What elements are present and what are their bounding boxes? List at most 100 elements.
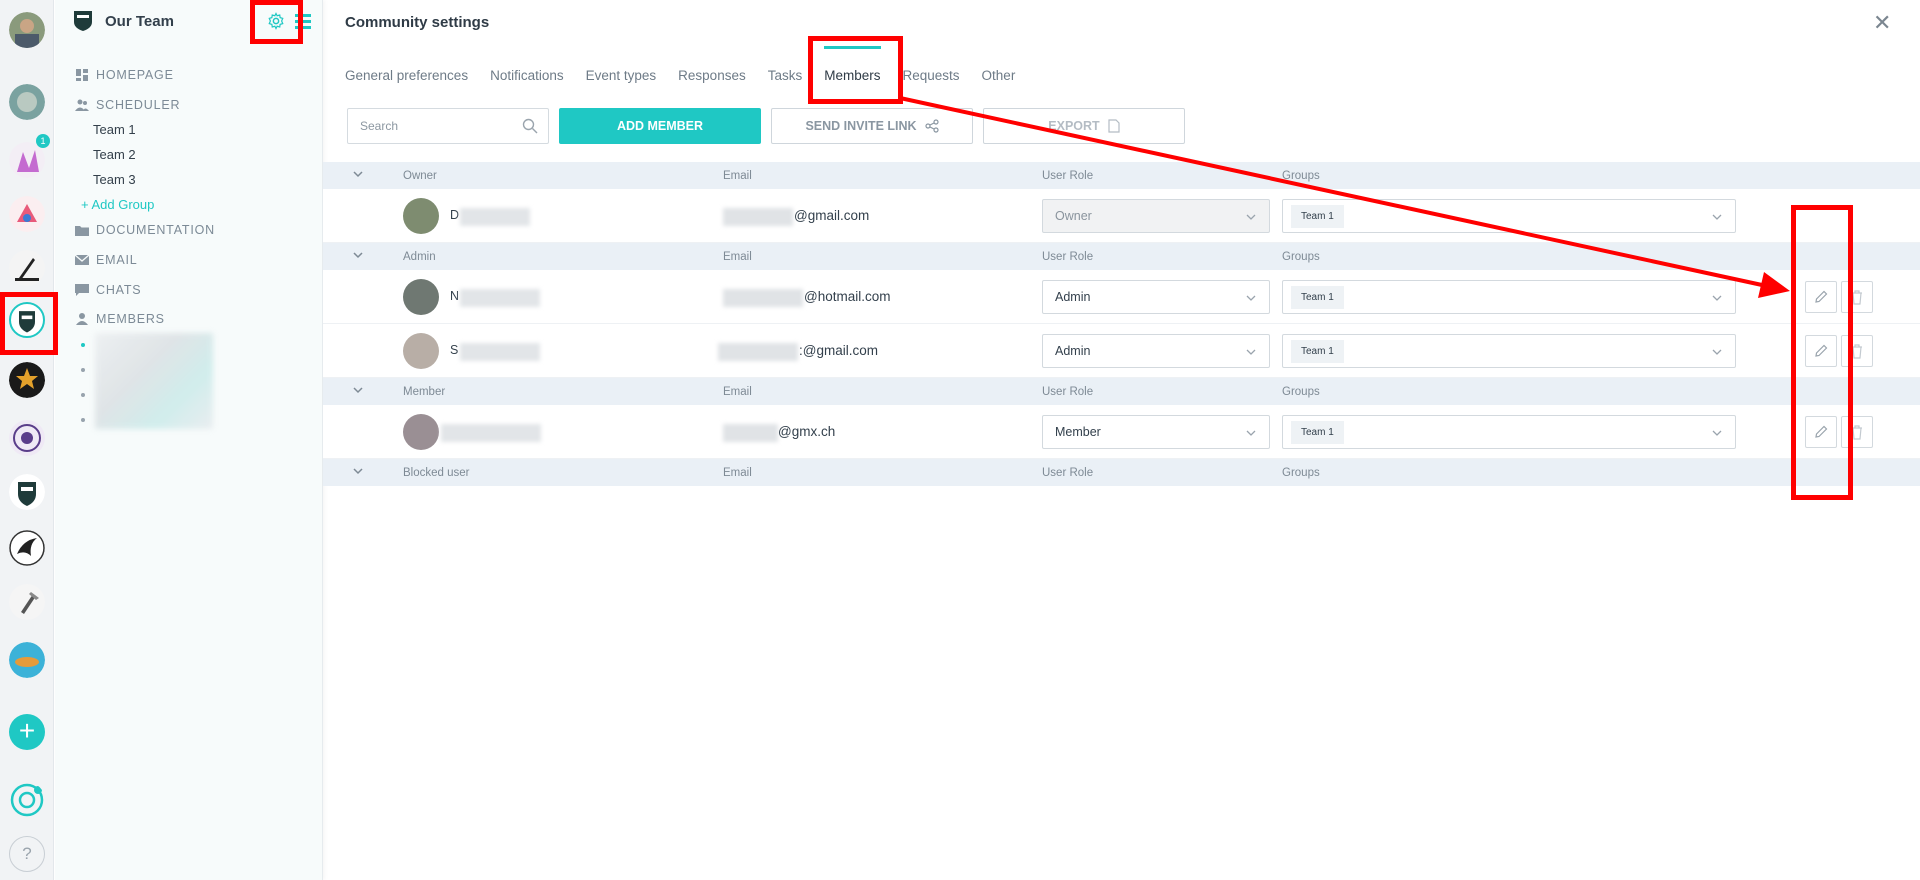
search-input[interactable]: Search: [347, 108, 549, 144]
nav-members[interactable]: MEMBERS: [75, 312, 165, 326]
member-name: N: [450, 289, 460, 303]
help-button[interactable]: ?: [9, 836, 45, 872]
community-avatar-4[interactable]: [9, 196, 45, 232]
table-row: D @gmail.com Owner Team 1: [323, 189, 1920, 243]
chevron-down-icon[interactable]: [351, 248, 365, 262]
chevron-down-icon: [1712, 349, 1722, 355]
export-button[interactable]: EXPORT: [983, 108, 1185, 144]
blurred-email: [723, 289, 803, 307]
person-icon: [76, 313, 88, 325]
sidebar-item-team-3[interactable]: Team 3: [93, 172, 136, 187]
member-name: D: [450, 208, 460, 222]
tab-notifications[interactable]: Notifications: [490, 68, 564, 83]
group-label: Admin: [403, 250, 436, 263]
group-header-owner[interactable]: Owner Email User Role Groups: [323, 162, 1920, 189]
nav-members-label: MEMBERS: [96, 312, 165, 326]
dashboard-icon: [76, 69, 88, 81]
member-email: :@gmail.com: [799, 343, 878, 358]
community-avatar-8[interactable]: [9, 474, 45, 510]
member-email: @gmail.com: [794, 208, 870, 223]
blurred-email: [723, 208, 793, 226]
groups-select[interactable]: Team 1: [1282, 280, 1736, 314]
group-header-blocked[interactable]: Blocked user Email User Role Groups: [323, 459, 1920, 486]
group-chip: Team 1: [1291, 340, 1344, 363]
export-label: EXPORT: [1048, 119, 1100, 133]
search-placeholder: Search: [360, 119, 399, 133]
community-avatar-6[interactable]: [9, 362, 45, 398]
send-invite-link-button[interactable]: SEND INVITE LINK: [771, 108, 973, 144]
groups-select[interactable]: Team 1: [1282, 415, 1736, 449]
member-item-2[interactable]: [81, 368, 85, 372]
nav-scheduler[interactable]: SCHEDULER: [75, 98, 180, 112]
nav-email[interactable]: EMAIL: [75, 253, 138, 267]
community-avatar-2[interactable]: [9, 84, 45, 120]
close-icon[interactable]: ✕: [1873, 10, 1891, 36]
group-label: Blocked user: [403, 466, 470, 479]
group-header-member[interactable]: Member Email User Role Groups: [323, 378, 1920, 405]
groups-select[interactable]: Team 1: [1282, 199, 1736, 233]
people-icon: [75, 99, 89, 111]
user-role-value: Admin: [1055, 290, 1091, 304]
user-role-select[interactable]: Admin: [1042, 334, 1270, 368]
member-item-1[interactable]: [81, 343, 85, 347]
share-icon: [924, 119, 939, 133]
chevron-down-icon[interactable]: [351, 464, 365, 478]
column-groups: Groups: [1282, 169, 1320, 182]
sidebar-item-team-2[interactable]: Team 2: [93, 147, 136, 162]
user-role-select[interactable]: Member: [1042, 415, 1270, 449]
members-toolbar: Search ADD MEMBER SEND INVITE LINK EXPOR…: [347, 108, 1185, 144]
community-avatar-1[interactable]: [9, 12, 45, 48]
member-item-3[interactable]: [81, 393, 85, 397]
chevron-down-icon[interactable]: [351, 383, 365, 397]
community-avatar-7[interactable]: [9, 420, 45, 456]
document-icon: [1108, 119, 1120, 133]
add-group-link[interactable]: + Add Group: [81, 197, 154, 212]
nav-chats[interactable]: CHATS: [75, 283, 141, 297]
column-email: Email: [723, 466, 752, 479]
annotation-box-settings: [250, 0, 303, 44]
add-community-button[interactable]: +: [9, 714, 45, 750]
blurred-name: [441, 424, 541, 442]
sidebar-item-team-1[interactable]: Team 1: [93, 122, 136, 137]
tab-event-types[interactable]: Event types: [586, 68, 657, 83]
groups-select[interactable]: Team 1: [1282, 334, 1736, 368]
team-name: Our Team: [105, 12, 174, 30]
group-header-admin[interactable]: Admin Email User Role Groups: [323, 243, 1920, 270]
community-rail: 1 + ?: [0, 0, 54, 880]
orbit-icon[interactable]: [9, 782, 45, 818]
column-email: Email: [723, 385, 752, 398]
add-member-label: ADD MEMBER: [616, 119, 704, 133]
nav-documentation[interactable]: DOCUMENTATION: [75, 223, 215, 237]
member-email: @gmx.ch: [778, 424, 836, 439]
page-title: Community settings: [345, 14, 490, 31]
members-table: Owner Email User Role Groups D @gmail.co…: [323, 162, 1920, 486]
group-chip: Team 1: [1291, 286, 1344, 309]
column-email: Email: [723, 169, 752, 182]
avatar: [403, 279, 439, 315]
nav-homepage-label: HOMEPAGE: [96, 68, 174, 82]
tab-other[interactable]: Other: [982, 68, 1016, 83]
community-avatar-9[interactable]: [9, 530, 45, 566]
chevron-down-icon[interactable]: [351, 167, 365, 181]
table-row: S :@gmail.com Admin Team 1: [323, 324, 1920, 378]
community-avatar-5[interactable]: [9, 250, 45, 286]
nav-homepage[interactable]: HOMEPAGE: [75, 68, 174, 82]
column-user-role: User Role: [1042, 385, 1094, 398]
tab-responses[interactable]: Responses: [678, 68, 746, 83]
user-role-value: Admin: [1055, 344, 1091, 358]
group-chip: Team 1: [1291, 205, 1344, 228]
community-avatar-10[interactable]: [9, 584, 45, 620]
blurred-email: [723, 424, 778, 442]
tab-requests[interactable]: Requests: [903, 68, 960, 83]
column-groups: Groups: [1282, 250, 1320, 263]
member-item-4[interactable]: [81, 418, 85, 422]
column-email: Email: [723, 250, 752, 263]
tab-tasks[interactable]: Tasks: [768, 68, 803, 83]
chevron-down-icon: [1246, 349, 1256, 355]
app-window: 1 + ? Our Team HOMEPAGE SCHEDULER Team 1…: [0, 0, 1920, 880]
add-member-button[interactable]: ADD MEMBER: [559, 108, 761, 144]
community-avatar-11[interactable]: [9, 642, 45, 678]
tab-general-preferences[interactable]: General preferences: [345, 68, 468, 83]
blurred-name: [460, 289, 540, 307]
user-role-select[interactable]: Admin: [1042, 280, 1270, 314]
